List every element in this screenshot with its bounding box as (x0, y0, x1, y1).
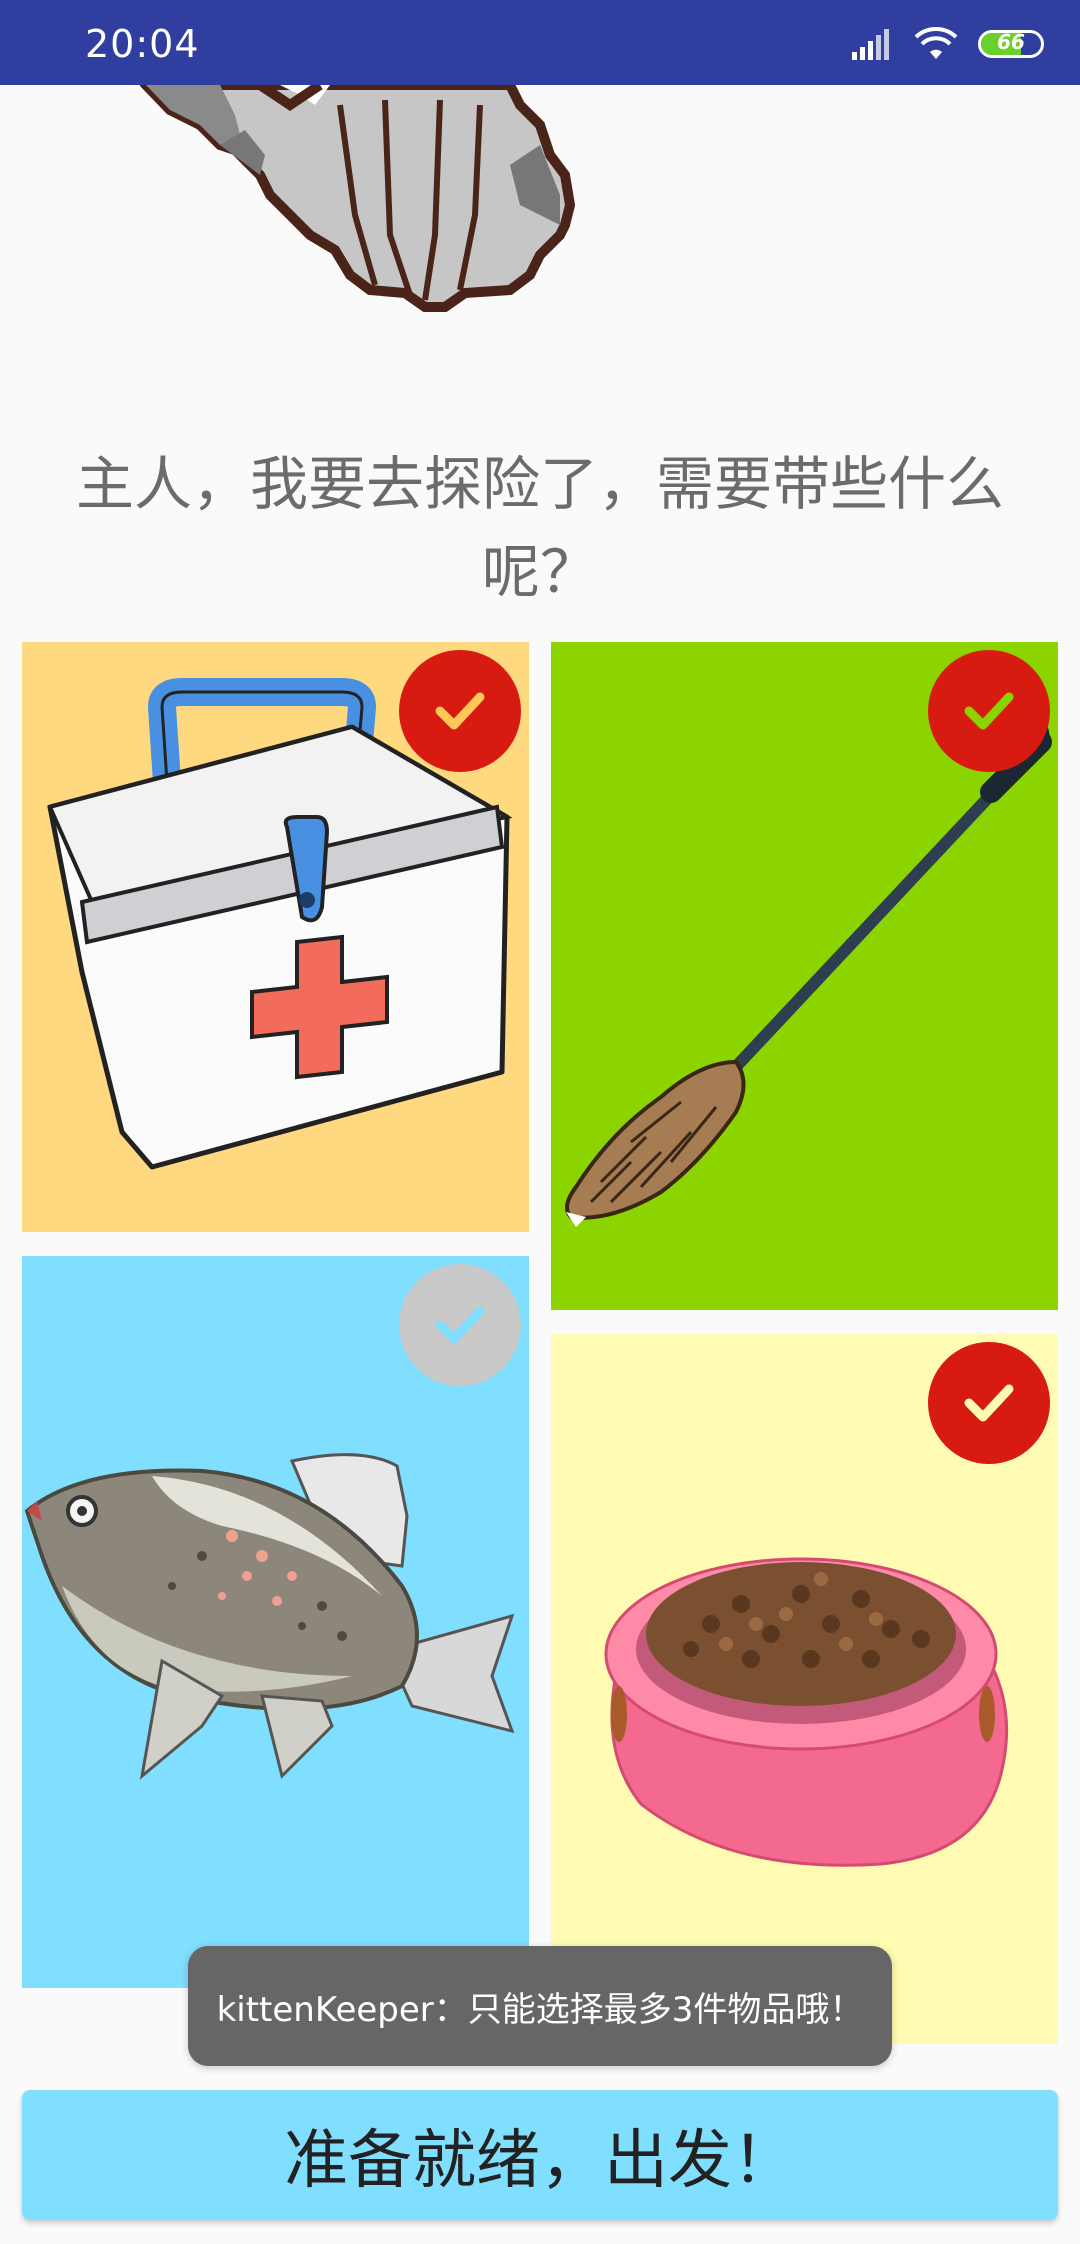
battery-level: 66 (997, 30, 1025, 54)
item-card-fish[interactable] (22, 1256, 529, 1988)
item-card-cat-food-bowl[interactable] (551, 1334, 1058, 2044)
selected-check-icon[interactable] (399, 650, 521, 772)
battery-icon: 66 (978, 30, 1044, 58)
status-time: 20:04 (85, 22, 200, 66)
status-icons: 66 (850, 22, 1044, 66)
ready-go-button[interactable]: 准备就绪，出发！ (22, 2090, 1058, 2220)
wifi-icon (914, 27, 958, 59)
selected-check-icon[interactable] (928, 650, 1050, 772)
unselected-check-icon[interactable] (399, 1264, 521, 1386)
toast-message: kittenKeeper：只能选择最多3件物品哦！ (188, 1946, 892, 2066)
pixel-cat-image (140, 85, 576, 312)
signal-icon (852, 29, 889, 60)
status-bar: 20:04 66 (0, 0, 1080, 85)
item-card-first-aid-kit[interactable] (22, 642, 529, 1232)
item-card-feather-duster[interactable] (551, 642, 1058, 1310)
adventure-prompt: 主人，我要去探险了，需要带些什么呢？ (75, 450, 1004, 606)
selected-check-icon[interactable] (928, 1342, 1050, 1464)
